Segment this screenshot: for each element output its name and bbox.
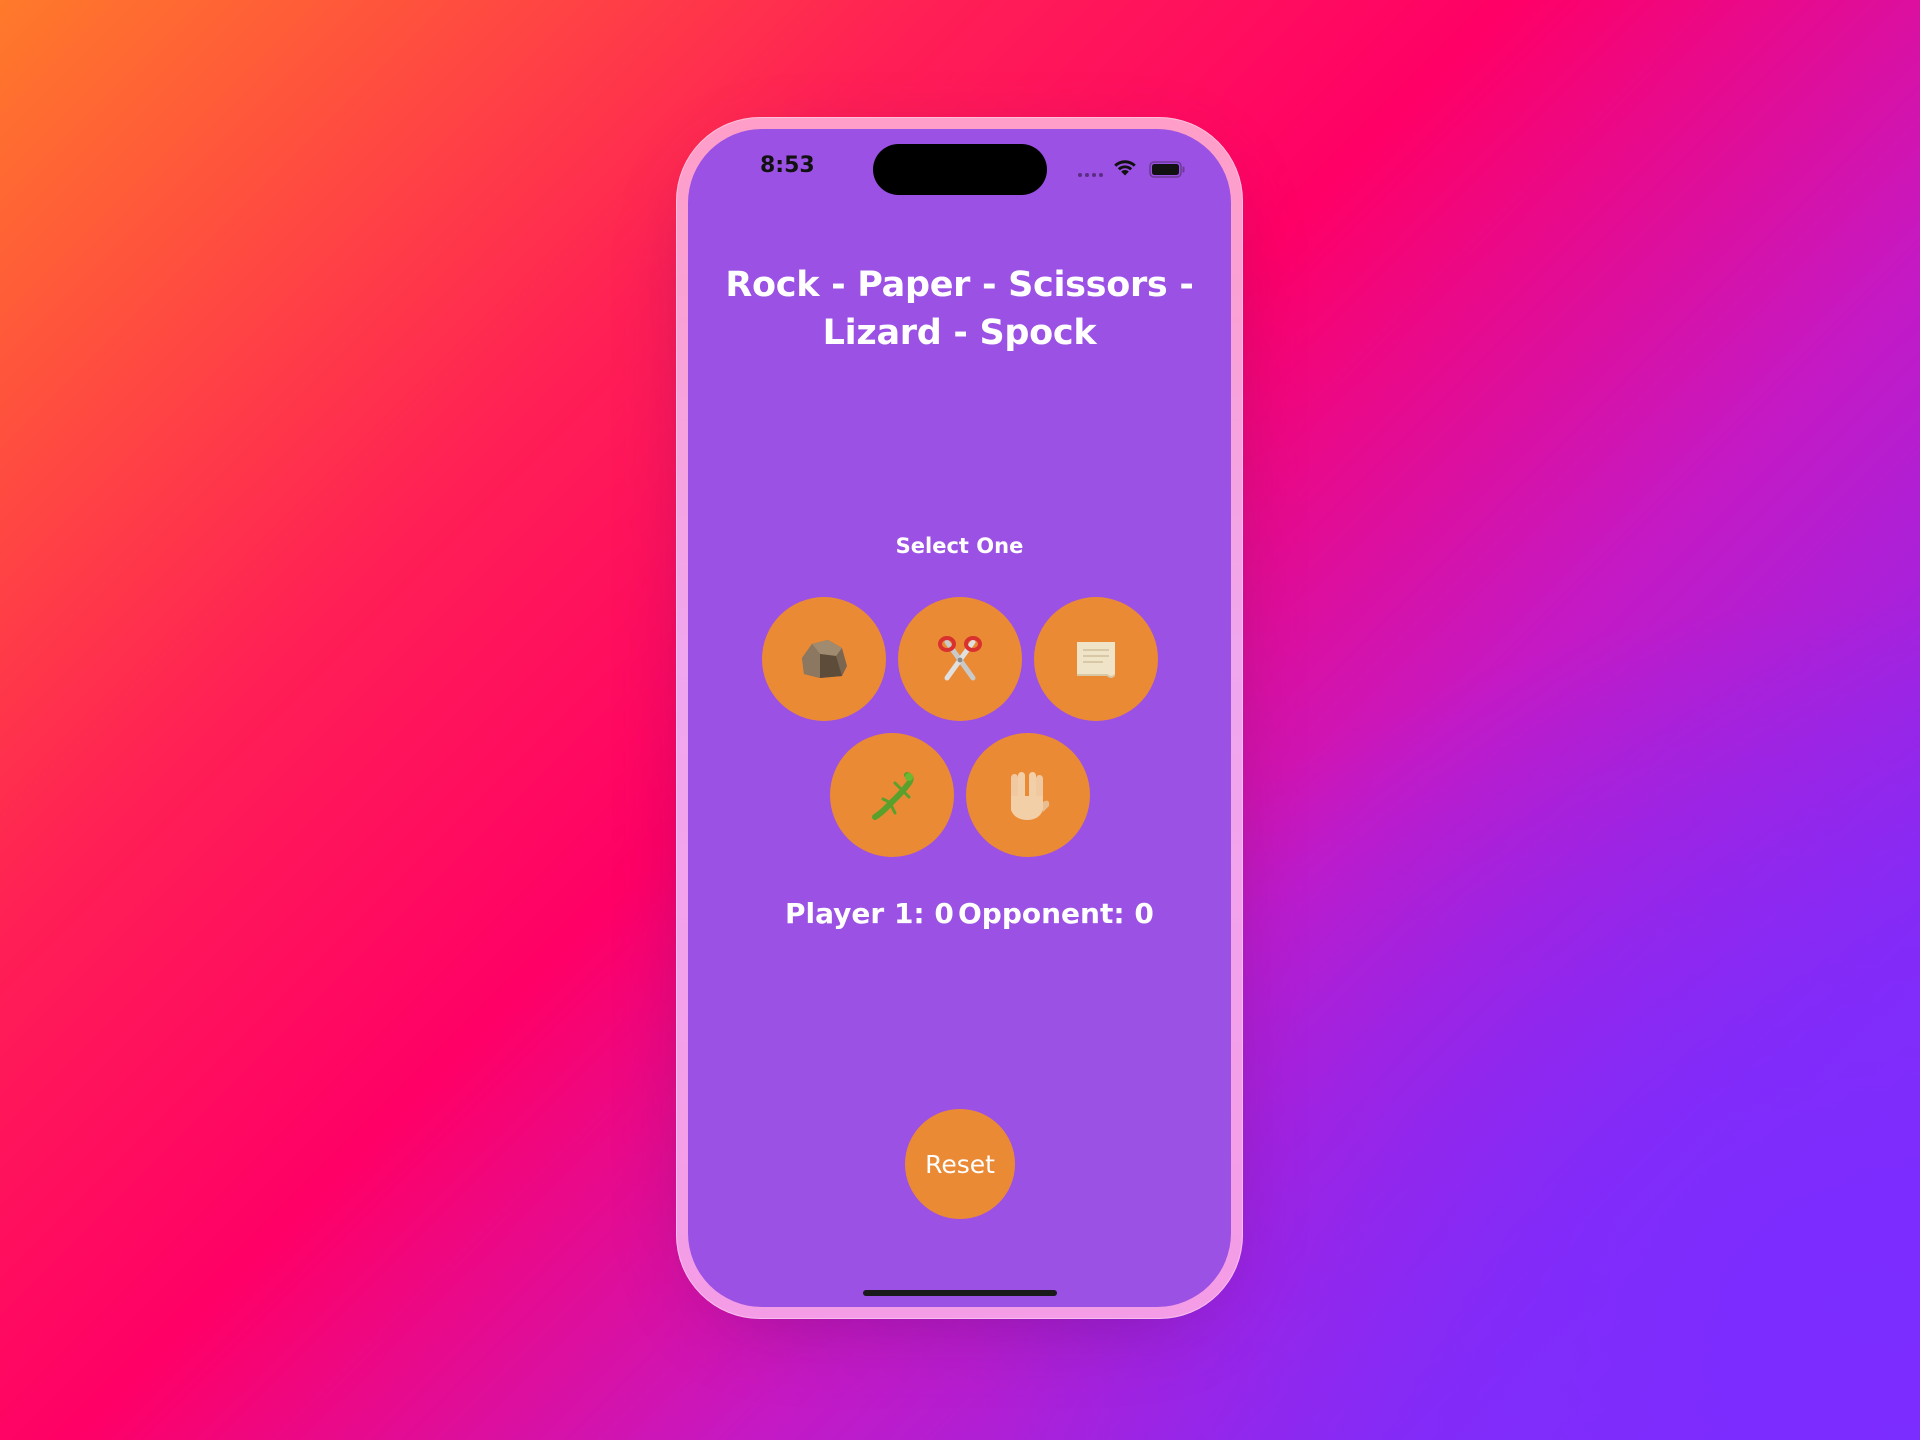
home-indicator[interactable] [863,1290,1057,1296]
spock-button[interactable] [966,733,1090,857]
rock-icon [802,640,847,678]
battery-icon [1149,161,1185,178]
vulcan-salute-icon [1011,772,1050,820]
player-score: Player 1: 0 [785,897,954,930]
paper-icon [1077,642,1115,678]
opponent-score: Opponent: 0 [958,897,1154,930]
status-bar-time: 8:53 [760,153,815,178]
game-title: Rock - Paper - Scissors - Lizard - Spock [725,265,1194,353]
dynamic-island [873,144,1047,195]
scissors-icon [938,636,982,681]
lizard-icon [872,772,914,820]
cellular-signal-icon [1078,173,1108,177]
scissors-button[interactable] [898,597,1022,721]
paper-button[interactable] [1034,597,1158,721]
wifi-icon [1114,160,1136,176]
phone-screen: 8:53 Rock - Paper - Scissors - Lizard - … [688,129,1231,1307]
rock-button[interactable] [762,597,886,721]
reset-button[interactable]: Reset [905,1109,1015,1219]
select-prompt: Select One [895,534,1024,558]
lizard-button[interactable] [830,733,954,857]
